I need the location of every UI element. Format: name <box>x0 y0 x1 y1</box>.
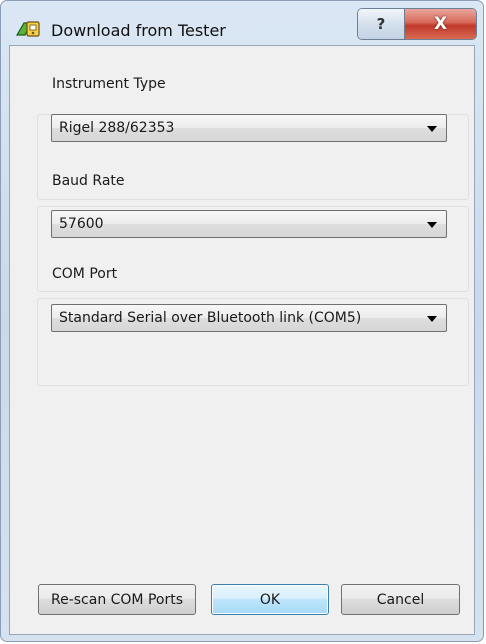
chevron-down-icon <box>427 222 437 228</box>
ok-button[interactable]: OK <box>211 584 329 615</box>
com-port-value: Standard Serial over Bluetooth link (COM… <box>59 310 362 326</box>
cancel-button[interactable]: Cancel <box>341 584 460 615</box>
chevron-down-icon <box>427 316 437 322</box>
instrument-type-label: Instrument Type <box>52 76 170 92</box>
caption-buttons: ? X <box>357 8 477 40</box>
window-title: Download from Tester <box>51 21 226 40</box>
dialog-window: Download from Tester ? X Instrument Type… <box>0 0 484 642</box>
baud-rate-dropdown[interactable]: 57600 <box>51 210 447 238</box>
chevron-down-icon <box>427 126 437 132</box>
rescan-com-ports-button[interactable]: Re-scan COM Ports <box>38 584 196 615</box>
close-icon: X <box>433 14 448 34</box>
baud-rate-label: Baud Rate <box>52 173 129 189</box>
tester-app-icon <box>15 19 41 39</box>
baud-rate-value: 57600 <box>59 216 104 232</box>
com-port-label: COM Port <box>52 266 122 282</box>
com-port-dropdown[interactable]: Standard Serial over Bluetooth link (COM… <box>51 304 447 332</box>
instrument-type-dropdown[interactable]: Rigel 288/62353 <box>51 114 447 142</box>
title-bar[interactable]: Download from Tester ? X <box>1 1 483 45</box>
help-icon: ? <box>376 15 386 33</box>
dialog-body: Instrument Type Rigel 288/62353 Baud Rat… <box>9 45 475 635</box>
close-button[interactable]: X <box>405 9 476 39</box>
instrument-type-value: Rigel 288/62353 <box>59 120 175 136</box>
help-button[interactable]: ? <box>358 9 405 39</box>
